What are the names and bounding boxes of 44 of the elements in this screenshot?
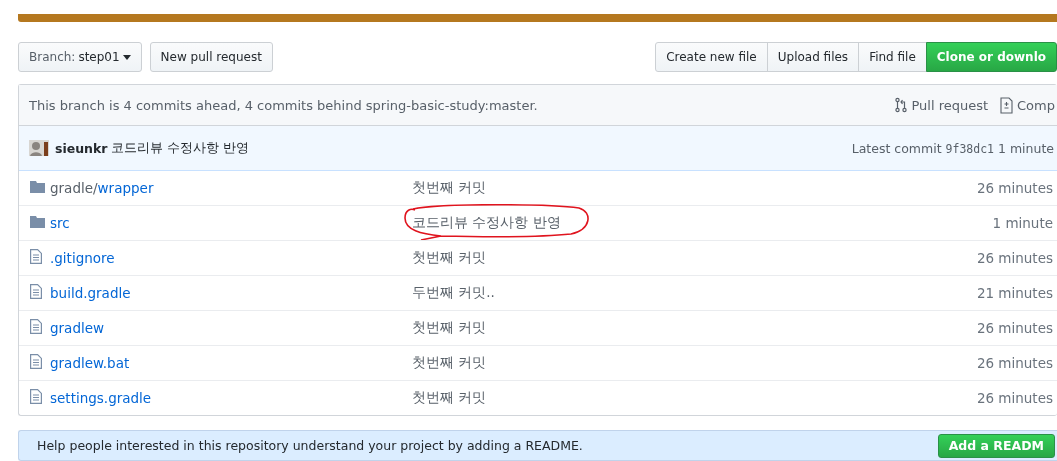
commit-age: 26 minutes [975,390,1053,406]
commit-message-link[interactable]: 첫번째 커밋 [412,249,971,267]
commit-age: 21 minutes [975,285,1053,301]
commit-message-link[interactable]: 코드리뷰 수정사항 반영 [412,214,987,232]
file-name-link[interactable]: gradlew [50,320,105,336]
file-action-button[interactable]: Find file [858,42,927,72]
file-name-link[interactable]: gradle/wrapper [50,180,154,196]
file-icon [30,319,42,334]
new-pull-request-button[interactable]: New pull request [149,42,273,72]
folder-icon [30,180,45,193]
branch-status-text: This branch is 4 commits ahead, 4 commits behind spring-basic-study:master. [29,97,538,113]
commit-age: 26 minutes [975,355,1053,371]
file-name-link[interactable]: build.gradle [50,285,131,301]
avatar-icon [29,140,49,156]
readme-prompt: Help people interested in this repository understand your project by adding a README. [37,438,583,453]
commit-message-link[interactable]: 첫번째 커밋 [412,319,971,337]
file-icon [30,249,42,264]
commit-age: 26 minutes [975,180,1053,196]
commit-age: 26 minutes [975,250,1053,266]
file-name-link[interactable]: .gitignore [50,250,115,266]
pull-request-icon [895,97,908,113]
file-name-link[interactable]: gradlew.bat [50,355,130,371]
commit-age: 26 minutes [975,320,1053,336]
commit-message-link[interactable]: 첫번째 커밋 [412,389,971,407]
file-action-button[interactable]: Upload files [766,42,860,72]
commit-author-name[interactable]: sieunkr [55,140,108,156]
file-name-link[interactable]: src [50,215,70,231]
file-icon [30,354,42,369]
file-icon [30,389,42,404]
pull-request-link[interactable]: Pull request [895,97,989,113]
commit-message-link[interactable]: 두번째 커밋.. [412,284,971,302]
document-icon [1000,96,1014,114]
file-icon [30,284,42,299]
branch-selector[interactable]: Branch: step01 [18,42,142,72]
commit-message-link[interactable]: 첫번째 커밋 [412,354,971,372]
compare-link[interactable]: Comp [1000,96,1055,114]
commit-age: 1 minute [991,215,1053,231]
folder-icon [30,215,45,228]
commit-message[interactable]: 코드리뷰 수정사항 반영 [111,139,250,157]
file-action-button[interactable]: Create new file [655,42,768,72]
file-name-link[interactable]: settings.gradle [50,390,152,406]
caret-icon [122,54,131,60]
latest-commit-info: Latest commit 9f38dc1 1 minute [851,140,1054,156]
commit-message-link[interactable]: 첫번째 커밋 [412,179,971,197]
